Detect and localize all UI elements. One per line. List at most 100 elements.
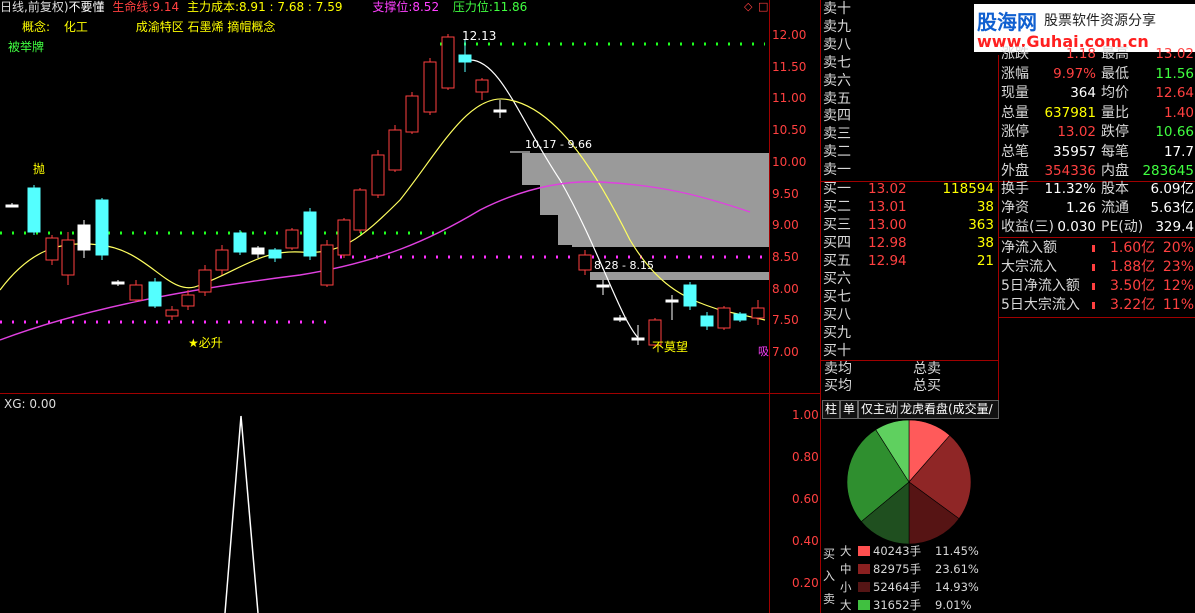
sell-level-label: 卖九 — [823, 18, 851, 35]
candle-body — [700, 315, 714, 327]
sell-level-row[interactable]: 卖三 — [822, 126, 998, 143]
buy-level-row[interactable]: 买五 12.94 21 — [822, 253, 998, 270]
volume-breakdown-row: 中 82975手 23.61% — [840, 561, 979, 577]
stat-label: 换手 — [1001, 181, 1029, 197]
support-value: 8.52 — [412, 0, 440, 14]
sell-level-row[interactable]: 卖四 — [822, 108, 998, 125]
buy-level-label: 买四 — [823, 235, 851, 251]
sell-level-label: 卖四 — [823, 108, 851, 125]
candle-body — [198, 269, 212, 293]
stat-label: 总量 — [1001, 104, 1029, 121]
candle-body — [95, 199, 109, 256]
stat-row: 外盘 354336 内盘 283645 — [1000, 162, 1195, 181]
sell-level-row[interactable]: 卖七 — [822, 55, 998, 72]
buy-edge-signal: 吸 — [758, 345, 769, 358]
stat-label: 收益(三) — [1001, 219, 1054, 235]
sell-level-row[interactable]: 卖六 — [822, 73, 998, 90]
diamond-icon[interactable]: ◇ — [744, 0, 752, 13]
buy-level-row[interactable]: 买四 12.98 38 — [822, 235, 998, 252]
flow-value: 3.50亿 — [1110, 278, 1156, 294]
stat-value: 329.4 — [1155, 219, 1194, 235]
color-swatch — [858, 564, 870, 574]
price-axis-tick: 10.00 — [772, 154, 807, 169]
sell-level-row[interactable]: 卖五 — [822, 91, 998, 108]
stat-row: 净资 1.26 流通 5.63亿 — [1000, 199, 1195, 218]
buy-side-label: 买入 — [823, 547, 836, 583]
buy-level-label: 买二 — [823, 199, 851, 215]
close-icon[interactable]: □ — [758, 0, 768, 13]
chart-divider — [769, 0, 770, 613]
candle-body — [77, 224, 91, 251]
support-label: 支撑位: — [372, 0, 413, 14]
buy-level-volume: 21 — [976, 253, 994, 269]
volume-breakdown-row: 小 52464手 14.93% — [840, 579, 979, 595]
stat-row: 收益(三) 0.030 PE(动) 329.4 — [1000, 218, 1195, 237]
flow-value: 1.88亿 — [1110, 259, 1156, 275]
indicator-axis-tick: 0.60 — [792, 492, 819, 506]
buy-level-volume: 363 — [968, 217, 994, 233]
price-axis-tick: 8.50 — [772, 249, 799, 264]
avg-sell-label: 卖均 — [824, 361, 852, 377]
indicator-axis-tick: 0.80 — [792, 450, 819, 464]
indicator-axis-tick: 0.20 — [792, 576, 819, 590]
stat-value: 6.09亿 — [1150, 181, 1194, 197]
stat-value: 1.40 — [1163, 104, 1194, 121]
tab-dragon-tiger[interactable]: 龙虎看盘(成交量/按 — [897, 400, 999, 419]
sell-level-label: 卖八 — [823, 36, 851, 53]
candle-body — [493, 109, 507, 113]
flow-value: 3.22亿 — [1110, 297, 1156, 313]
buy-level-row[interactable]: 买六 — [822, 271, 998, 288]
buy-level-price: 13.01 — [868, 199, 907, 215]
tab-active-only[interactable]: 仅主动 — [858, 400, 901, 419]
buy-level-row[interactable]: 买一 13.02 118594 — [822, 181, 998, 198]
stat-value: 1.18 — [1065, 46, 1096, 62]
stat-label: 现量 — [1001, 85, 1029, 101]
sell-level-label: 卖一 — [823, 162, 851, 179]
sell-level-row[interactable]: 卖十 — [822, 1, 998, 18]
price-axis-tick: 8.00 — [772, 281, 799, 296]
sell-level-row[interactable]: 卖一 — [822, 162, 998, 179]
candle-body — [751, 307, 765, 319]
buy-level-volume: 38 — [976, 235, 994, 251]
candle-body — [613, 317, 627, 321]
candle-body — [303, 211, 317, 257]
indicator-label: XG: 0.00 — [4, 397, 57, 411]
tab-single[interactable]: 单 — [840, 400, 859, 419]
color-swatch — [858, 546, 870, 556]
order-size-label: 中 — [840, 562, 852, 576]
buy-level-row[interactable]: 买二 13.01 38 — [822, 199, 998, 216]
buy-level-row[interactable]: 买九 — [822, 325, 998, 342]
stat-label: 每笔 — [1101, 143, 1129, 160]
stat-label: 净资 — [1001, 200, 1029, 216]
buy-level-label: 买九 — [823, 324, 851, 341]
sell-level-row[interactable]: 卖九 — [822, 19, 998, 36]
candle-body — [733, 313, 747, 321]
candlestick-chart[interactable]: 抛 ★必升 不莫望 吸 12.13 10.17 - 9.66 8.28 - 8.… — [0, 0, 770, 392]
sell-side-label: 卖 — [823, 592, 836, 606]
watermark-slogan: 股票软件资源分享 — [1044, 13, 1156, 29]
buy-level-row[interactable]: 买七 — [822, 289, 998, 306]
flow-bar — [1092, 302, 1095, 309]
sell-level-row[interactable]: 卖八 — [822, 37, 998, 54]
order-size-label: 大 — [840, 544, 852, 558]
flow-label: 大宗流入 — [1001, 259, 1057, 275]
stat-value: 0.030 — [1057, 219, 1096, 235]
candle-body — [717, 307, 731, 329]
panel-hdivider-4 — [998, 317, 1195, 318]
dont-look-signal: 不莫望 — [652, 340, 688, 354]
stat-label: 均价 — [1101, 85, 1129, 101]
candle-body — [578, 254, 592, 271]
stat-value: 17.7 — [1163, 143, 1194, 160]
concept-tags: 成渝特区 石墨烯 摘帽概念 — [135, 20, 276, 34]
buy-level-row[interactable]: 买十 — [822, 343, 998, 360]
buy-level-label: 买十 — [823, 342, 851, 359]
buy-level-row[interactable]: 买三 13.00 363 — [822, 217, 998, 234]
price-axis-tick: 11.00 — [772, 91, 807, 106]
buy-level-label: 买一 — [823, 181, 851, 197]
sell-level-row[interactable]: 卖二 — [822, 144, 998, 161]
buy-level-row[interactable]: 买八 — [822, 307, 998, 324]
tab-bar-chart[interactable]: 柱 — [822, 400, 841, 419]
candle-body — [423, 61, 437, 113]
order-volume: 40243手 — [873, 544, 922, 558]
stats-divider — [998, 55, 999, 400]
